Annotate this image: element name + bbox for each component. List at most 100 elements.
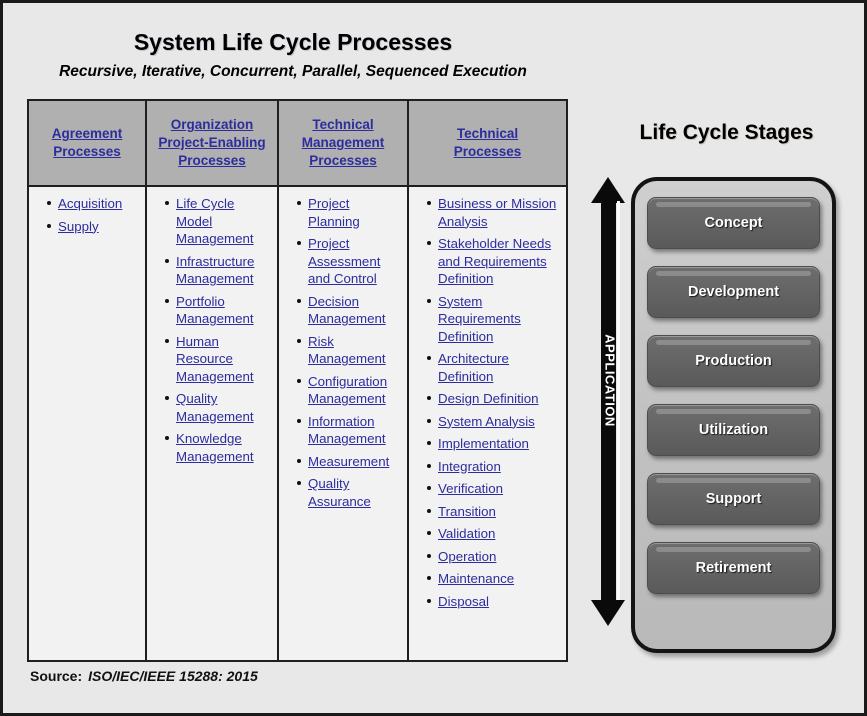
process-link[interactable]: Human Resource Management	[176, 334, 254, 384]
process-link[interactable]: System Requirements Definition	[438, 294, 521, 344]
column-header-line: Management	[301, 135, 385, 150]
process-link[interactable]: Disposal	[438, 594, 489, 609]
list-item[interactable]: Configuration Management	[297, 373, 401, 408]
table-body-cell: Life Cycle Model Management Infrastructur…	[147, 187, 279, 660]
life-cycle-stage-box[interactable]: Utilization	[647, 404, 820, 456]
application-label: APPLICATION	[602, 334, 618, 427]
process-table: Agreement Processes Organization Project-En…	[27, 99, 568, 662]
list-item[interactable]: Operation	[427, 548, 560, 566]
stage-label: Support	[705, 491, 762, 507]
stage-label: Utilization	[698, 422, 769, 438]
column-header-line: Processes	[453, 144, 522, 159]
column-header-label: Technical Processes	[450, 125, 526, 161]
table-header-cell: Technical Processes	[409, 101, 566, 185]
application-double-arrow-icon: APPLICATION	[588, 177, 625, 626]
list-item[interactable]: Integration	[427, 458, 560, 476]
column-header-line: Project-Enabling	[158, 135, 266, 150]
process-link[interactable]: Project Planning	[308, 196, 360, 229]
table-header-cell: Technical Management Processes	[279, 101, 409, 185]
list-item[interactable]: Human Resource Management	[165, 333, 271, 386]
list-item[interactable]: Risk Management	[297, 333, 401, 368]
processes-section: System Life Cycle Processes Recursive, I…	[3, 3, 583, 713]
process-link[interactable]: Infrastructure Management	[176, 254, 254, 287]
list-item[interactable]: Project Planning	[297, 195, 401, 230]
process-link[interactable]: Decision Management	[308, 294, 386, 327]
process-link[interactable]: Acquisition	[58, 196, 122, 211]
process-link[interactable]: Design Definition	[438, 391, 539, 406]
process-link[interactable]: Portfolio Management	[176, 294, 254, 327]
life-cycle-stages-section: Life Cycle Stages APPLICATION Concept Dev…	[583, 3, 864, 713]
list-item[interactable]: Supply	[47, 218, 139, 236]
process-link[interactable]: Supply	[58, 219, 99, 234]
stage-label: Retirement	[695, 560, 772, 576]
list-item[interactable]: System Requirements Definition	[427, 293, 560, 346]
process-link[interactable]: System Analysis	[438, 414, 535, 429]
list-item[interactable]: Stakeholder Needs and Requirements Defin…	[427, 235, 560, 288]
diagram-page: System Life Cycle Processes Recursive, I…	[0, 0, 867, 716]
process-link[interactable]: Operation	[438, 549, 496, 564]
arrow-head-down-icon	[591, 600, 625, 626]
list-item[interactable]: Measurement	[297, 453, 401, 471]
page-title: System Life Cycle Processes	[133, 29, 453, 55]
list-item[interactable]: Implementation	[427, 435, 560, 453]
process-link[interactable]: Integration	[438, 459, 501, 474]
list-item[interactable]: Decision Management	[297, 293, 401, 328]
list-item[interactable]: Portfolio Management	[165, 293, 271, 328]
table-header-row: Agreement Processes Organization Project-En…	[29, 101, 566, 187]
process-link[interactable]: Business or Mission Analysis	[438, 196, 556, 229]
column-header-line: Technical	[456, 126, 519, 141]
process-link[interactable]: Stakeholder Needs and Requirements Defin…	[438, 236, 551, 286]
life-cycle-stage-box[interactable]: Retirement	[647, 542, 820, 594]
stage-label: Concept	[704, 215, 763, 231]
process-link[interactable]: Configuration Management	[308, 374, 387, 407]
process-link[interactable]: Architecture Definition	[438, 351, 509, 384]
list-item[interactable]: Architecture Definition	[427, 350, 560, 385]
list-item[interactable]: Maintenance	[427, 570, 560, 588]
process-link[interactable]: Quality Assurance	[308, 476, 371, 509]
process-link[interactable]: Risk Management	[308, 334, 386, 367]
process-link[interactable]: Measurement	[308, 454, 389, 469]
process-list: Business or Mission Analysis Stakeholder …	[413, 195, 562, 610]
process-link[interactable]: Life Cycle Model Management	[176, 196, 254, 246]
table-header-cell: Organization Project-Enabling Processes	[147, 101, 279, 185]
life-cycle-stage-box[interactable]: Concept	[647, 197, 820, 249]
process-link[interactable]: Information Management	[308, 414, 386, 447]
process-list: Acquisition Supply	[33, 195, 141, 235]
process-link[interactable]: Knowledge Management	[176, 431, 254, 464]
list-item[interactable]: Business or Mission Analysis	[427, 195, 560, 230]
table-body-row: Acquisition Supply Life Cycle Model Manage…	[29, 187, 566, 660]
source-label: Source:	[30, 668, 83, 684]
list-item[interactable]: Validation	[427, 525, 560, 543]
list-item[interactable]: Infrastructure Management	[165, 253, 271, 288]
list-item[interactable]: Life Cycle Model Management	[165, 195, 271, 248]
column-header-label: Agreement Processes	[48, 125, 127, 161]
list-item[interactable]: Quality Assurance	[297, 475, 401, 510]
process-link[interactable]: Transition	[438, 504, 496, 519]
life-cycle-stage-box[interactable]: Production	[647, 335, 820, 387]
process-link[interactable]: Project Assessment and Control	[308, 236, 380, 286]
process-list: Project Planning Project Assessment and C…	[283, 195, 403, 510]
life-cycle-stage-box[interactable]: Development	[647, 266, 820, 318]
stages-container: Concept Development Production Utilization S…	[631, 177, 836, 653]
list-item[interactable]: Information Management	[297, 413, 401, 448]
column-header-line: Processes	[178, 153, 246, 168]
list-item[interactable]: System Analysis	[427, 413, 560, 431]
life-cycle-stage-box[interactable]: Support	[647, 473, 820, 525]
table-body-cell: Acquisition Supply	[29, 187, 147, 660]
list-item[interactable]: Transition	[427, 503, 560, 521]
column-header-label: Organization Project-Enabling Processes	[154, 116, 269, 170]
process-link[interactable]: Validation	[438, 526, 495, 541]
stage-label: Production	[695, 353, 772, 369]
process-link[interactable]: Maintenance	[438, 571, 514, 586]
process-link[interactable]: Implementation	[438, 436, 529, 451]
list-item[interactable]: Disposal	[427, 593, 560, 611]
process-link[interactable]: Quality Management	[176, 391, 254, 424]
list-item[interactable]: Verification	[427, 480, 560, 498]
list-item[interactable]: Design Definition	[427, 390, 560, 408]
stages-title: Life Cycle Stages	[639, 121, 814, 144]
list-item[interactable]: Quality Management	[165, 390, 271, 425]
list-item[interactable]: Project Assessment and Control	[297, 235, 401, 288]
list-item[interactable]: Knowledge Management	[165, 430, 271, 465]
list-item[interactable]: Acquisition	[47, 195, 139, 213]
process-link[interactable]: Verification	[438, 481, 503, 496]
